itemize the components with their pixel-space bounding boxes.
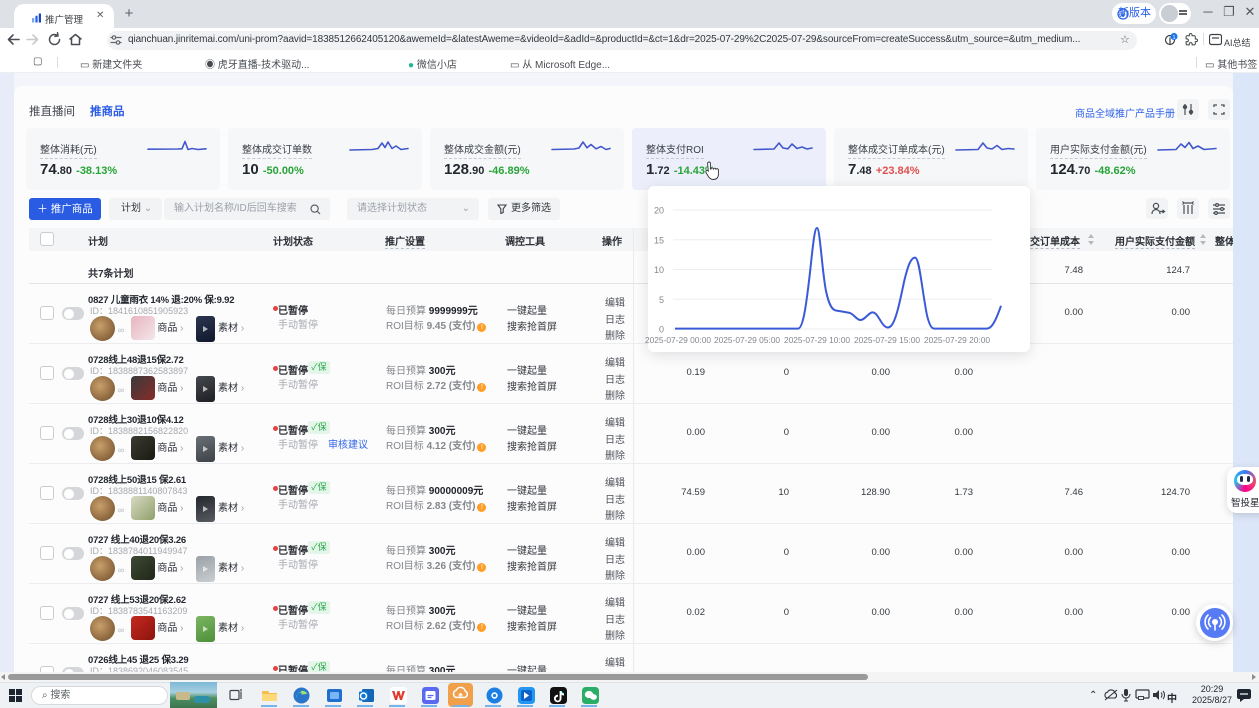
svg-text:2025-07-29 20:00: 2025-07-29 20:00: [924, 335, 990, 345]
svg-text:1: 1: [1172, 35, 1175, 41]
svg-text:2025-07-29 10:00: 2025-07-29 10:00: [784, 335, 850, 345]
svg-text:2025-07-29 15:00: 2025-07-29 15:00: [854, 335, 920, 345]
svg-text:2025-07-29 00:00: 2025-07-29 00:00: [645, 335, 711, 345]
svg-text:20: 20: [654, 206, 664, 216]
svg-text:10: 10: [654, 265, 664, 275]
svg-text:2025-07-29 05:00: 2025-07-29 05:00: [714, 335, 780, 345]
svg-text:15: 15: [654, 235, 664, 245]
svg-text:5: 5: [659, 295, 664, 305]
svg-text:0: 0: [659, 325, 664, 335]
